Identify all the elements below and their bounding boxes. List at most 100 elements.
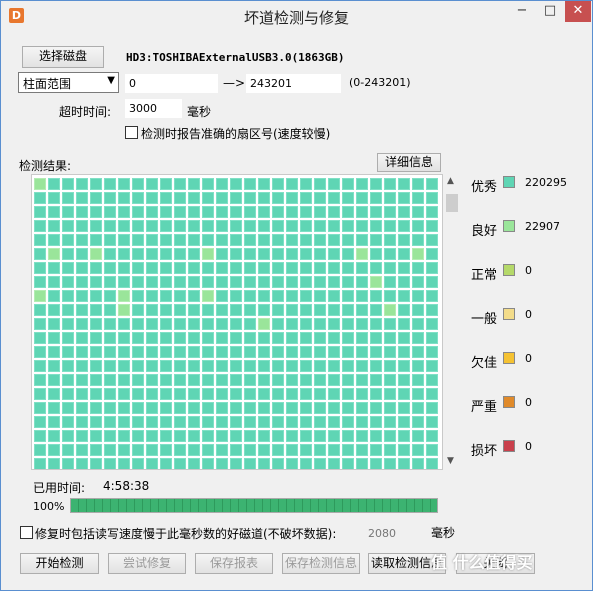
sector-cell[interactable] <box>398 290 410 302</box>
sector-cell[interactable] <box>258 416 270 428</box>
sector-cell[interactable] <box>174 374 186 386</box>
sector-cell[interactable] <box>412 388 424 400</box>
sector-cell[interactable] <box>160 290 172 302</box>
sector-cell[interactable] <box>132 234 144 246</box>
sector-cell[interactable] <box>370 444 382 456</box>
sector-cell[interactable] <box>174 388 186 400</box>
sector-cell[interactable] <box>342 206 354 218</box>
save-info-button[interactable]: 保存检测信息 <box>282 553 360 574</box>
sector-cell[interactable] <box>48 430 60 442</box>
sector-cell[interactable] <box>76 276 88 288</box>
sector-cell[interactable] <box>146 402 158 414</box>
sector-cell[interactable] <box>202 234 214 246</box>
sector-cell[interactable] <box>398 192 410 204</box>
sector-cell[interactable] <box>384 458 396 469</box>
sector-cell[interactable] <box>160 304 172 316</box>
sector-cell[interactable] <box>300 388 312 400</box>
sector-cell[interactable] <box>370 402 382 414</box>
sector-cell[interactable] <box>356 262 368 274</box>
repair-option-checkbox[interactable] <box>20 526 33 539</box>
sector-cell[interactable] <box>188 332 200 344</box>
scroll-down-icon[interactable]: ▼ <box>447 456 454 466</box>
sector-cell[interactable] <box>230 388 242 400</box>
save-report-button[interactable]: 保存报表 <box>195 553 273 574</box>
sector-cell[interactable] <box>398 262 410 274</box>
sector-cell[interactable] <box>174 430 186 442</box>
sector-cell[interactable] <box>174 360 186 372</box>
sector-cell[interactable] <box>412 444 424 456</box>
sector-cell[interactable] <box>342 402 354 414</box>
sector-cell[interactable] <box>174 248 186 260</box>
sector-cell[interactable] <box>342 374 354 386</box>
sector-cell[interactable] <box>230 262 242 274</box>
sector-cell[interactable] <box>356 220 368 232</box>
sector-cell[interactable] <box>90 178 102 190</box>
sector-cell[interactable] <box>342 248 354 260</box>
sector-cell[interactable] <box>174 304 186 316</box>
sector-cell[interactable] <box>272 346 284 358</box>
sector-cell[interactable] <box>34 220 46 232</box>
sector-cell[interactable] <box>272 178 284 190</box>
sector-cell[interactable] <box>132 304 144 316</box>
sector-cell[interactable] <box>328 416 340 428</box>
sector-cell[interactable] <box>48 416 60 428</box>
sector-cell[interactable] <box>132 458 144 469</box>
sector-cell[interactable] <box>342 234 354 246</box>
sector-cell[interactable] <box>328 206 340 218</box>
sector-cell[interactable] <box>426 360 438 372</box>
sector-cell[interactable] <box>370 248 382 260</box>
sector-cell[interactable] <box>244 276 256 288</box>
sector-cell[interactable] <box>300 416 312 428</box>
sector-cell[interactable] <box>230 360 242 372</box>
sector-cell[interactable] <box>202 178 214 190</box>
sector-cell[interactable] <box>118 458 130 469</box>
sector-cell[interactable] <box>272 304 284 316</box>
sector-cell[interactable] <box>188 234 200 246</box>
sector-cell[interactable] <box>146 248 158 260</box>
sector-cell[interactable] <box>202 248 214 260</box>
sector-cell[interactable] <box>48 234 60 246</box>
sector-cell[interactable] <box>300 346 312 358</box>
sector-cell[interactable] <box>398 360 410 372</box>
sector-cell[interactable] <box>314 360 326 372</box>
sector-cell[interactable] <box>412 234 424 246</box>
sector-cell[interactable] <box>188 290 200 302</box>
sector-cell[interactable] <box>202 332 214 344</box>
sector-cell[interactable] <box>286 318 298 330</box>
sector-cell[interactable] <box>412 248 424 260</box>
sector-cell[interactable] <box>118 178 130 190</box>
sector-cell[interactable] <box>412 192 424 204</box>
sector-cell[interactable] <box>76 192 88 204</box>
sector-cell[interactable] <box>258 444 270 456</box>
sector-cell[interactable] <box>62 192 74 204</box>
sector-cell[interactable] <box>286 388 298 400</box>
sector-cell[interactable] <box>370 346 382 358</box>
sector-cell[interactable] <box>216 374 228 386</box>
sector-cell[interactable] <box>244 248 256 260</box>
close-window-button[interactable]: ✕ <box>565 1 591 22</box>
sector-cell[interactable] <box>244 360 256 372</box>
sector-cell[interactable] <box>118 248 130 260</box>
sector-cell[interactable] <box>314 318 326 330</box>
sector-cell[interactable] <box>356 346 368 358</box>
sector-cell[interactable] <box>90 206 102 218</box>
sector-cell[interactable] <box>118 402 130 414</box>
sector-cell[interactable] <box>370 178 382 190</box>
sector-cell[interactable] <box>272 276 284 288</box>
sector-cell[interactable] <box>146 262 158 274</box>
sector-cell[interactable] <box>328 374 340 386</box>
range-start-input[interactable] <box>125 74 218 93</box>
sector-cell[interactable] <box>216 416 228 428</box>
sector-cell[interactable] <box>216 332 228 344</box>
sector-cell[interactable] <box>300 178 312 190</box>
sector-cell[interactable] <box>356 290 368 302</box>
sector-cell[interactable] <box>398 332 410 344</box>
sector-cell[interactable] <box>160 192 172 204</box>
sector-cell[interactable] <box>34 430 46 442</box>
sector-cell[interactable] <box>118 234 130 246</box>
sector-cell[interactable] <box>398 430 410 442</box>
sector-cell[interactable] <box>104 402 116 414</box>
sector-cell[interactable] <box>342 458 354 469</box>
sector-cell[interactable] <box>272 234 284 246</box>
sector-cell[interactable] <box>90 430 102 442</box>
